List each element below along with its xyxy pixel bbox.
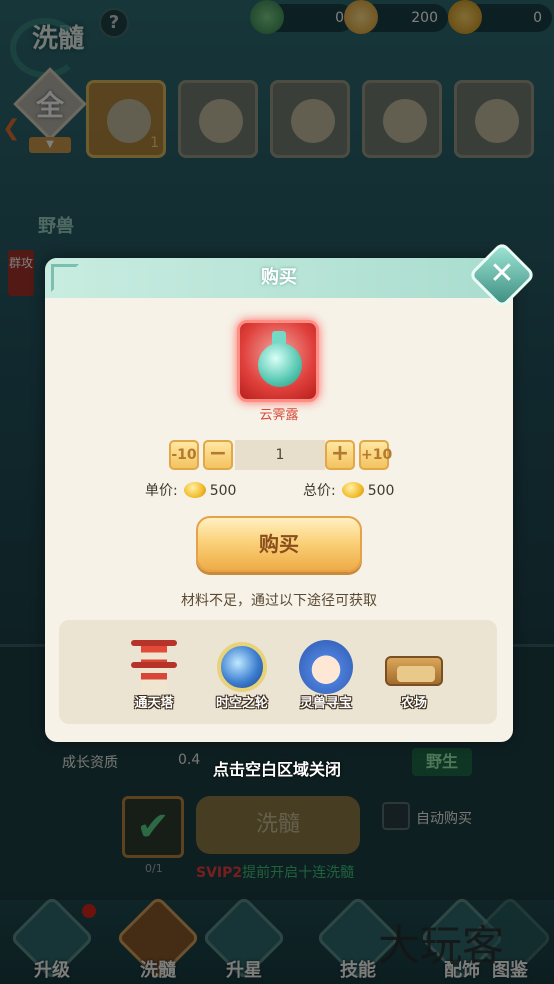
minus-ten-button[interactable]: -10 — [169, 440, 199, 470]
total-price-value: 500 — [367, 483, 395, 499]
item-name: 云霁露 — [259, 408, 299, 423]
total-price-label: 总价: — [303, 483, 336, 499]
gold-ingot-icon — [341, 482, 364, 498]
unit-price-value: 500 — [209, 483, 237, 499]
item-icon-frame[interactable] — [237, 320, 319, 402]
buy-button[interactable]: 购买 — [196, 516, 362, 572]
spirit-girl-shape — [299, 640, 353, 694]
source-tower[interactable]: 通天塔 — [117, 620, 191, 720]
acquire-sources: 通天塔 时空之轮 灵兽寻宝 农场 — [59, 620, 497, 724]
dialog-header: 购买 — [45, 258, 513, 298]
purchase-dialog: 购买 云霁露 -10 − 1 + +10 单价: 500 总价: 500 购买 材料… — [45, 258, 513, 742]
tower-body — [141, 646, 167, 694]
total-price: 总价: 500 — [303, 480, 394, 502]
close-icon: ✕ — [489, 256, 515, 291]
potion-bottle-icon — [258, 343, 302, 387]
time-wheel-icon — [213, 638, 271, 696]
spirit-treasure-icon — [297, 638, 355, 696]
farm-icon — [385, 638, 443, 696]
source-label: 灵兽寻宝 — [299, 696, 352, 711]
close-hint: 点击空白区域关闭 — [212, 760, 341, 779]
unit-price-label: 单价: — [145, 483, 178, 499]
tower-roof — [131, 662, 177, 668]
tower-icon — [125, 638, 183, 696]
farm-top — [397, 666, 435, 682]
quantity-field[interactable]: 1 — [235, 440, 325, 470]
source-label: 时空之轮 — [215, 696, 268, 711]
source-farm[interactable]: 农场 — [377, 620, 451, 720]
unit-price: 单价: 500 — [145, 480, 236, 502]
minus-button[interactable]: − — [203, 440, 233, 470]
farm-crate — [385, 656, 443, 686]
gold-ingot-icon — [183, 482, 206, 498]
dialog-title: 购买 — [261, 267, 297, 288]
source-spirit-treasure[interactable]: 灵兽寻宝 — [289, 620, 363, 720]
plus-ten-button[interactable]: +10 — [359, 440, 392, 470]
wheel-shape — [217, 642, 267, 692]
source-label: 农场 — [400, 696, 427, 711]
source-time-wheel[interactable]: 时空之轮 — [205, 620, 279, 720]
insufficient-hint: 材料不足，通过以下途径可获取 — [181, 593, 377, 609]
plus-button[interactable]: + — [325, 440, 355, 470]
source-label: 通天塔 — [134, 696, 174, 711]
